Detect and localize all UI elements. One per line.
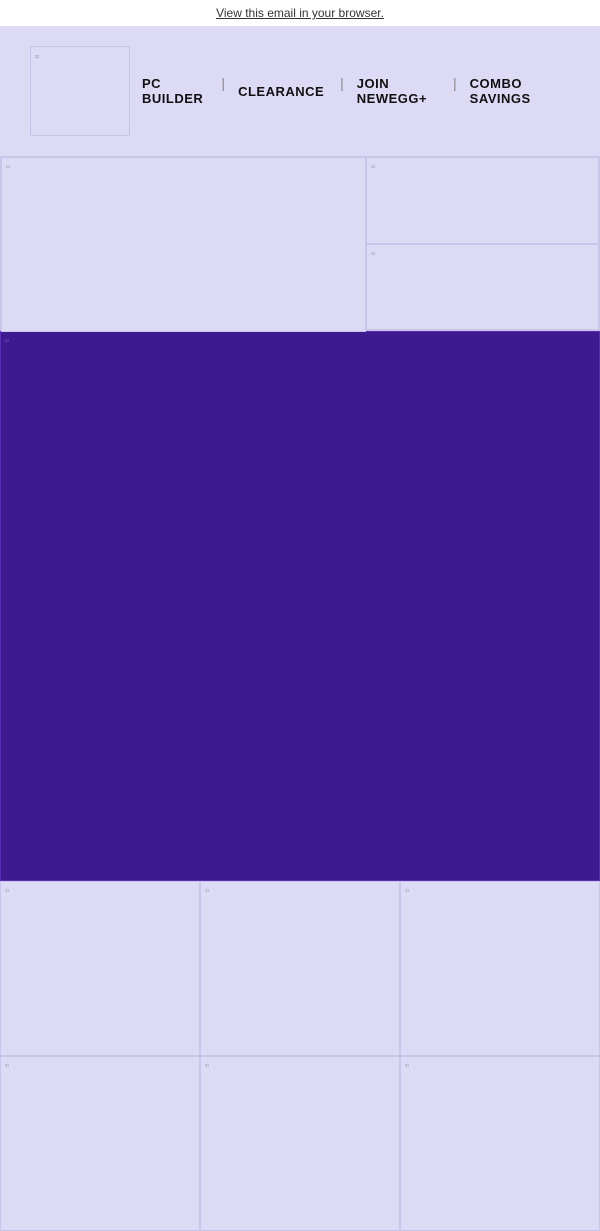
hero-image-right-top[interactable]: ▫ [366,157,599,244]
nav-separator-3: | [449,75,458,107]
product-cell-2-1[interactable]: ▫ [0,1056,200,1231]
product-row-1: ▫ ▫ ▫ [0,881,600,1056]
product-cell-1-1[interactable]: ▫ [0,881,200,1056]
broken-image-icon: ▫ [371,162,375,173]
broken-image-icon: ▫ [405,1061,409,1072]
product-cell-2-3[interactable]: ▫ [400,1056,600,1231]
hero-right-column: ▫ ▫ [366,157,599,330]
view-in-browser-link[interactable]: View this email in your browser. [216,6,384,20]
product-row-2: ▫ ▫ ▫ [0,1056,600,1231]
broken-image-icon: ▫ [35,51,39,63]
product-cell-1-3[interactable]: ▫ [400,881,600,1056]
broken-image-icon: ▫ [371,249,375,260]
logo-area: ▫ [30,46,130,136]
broken-image-icon: ▫ [405,886,409,897]
hero-grid: ▫ ▫ ▫ [0,156,600,331]
broken-image-icon: ▫ [5,1061,9,1072]
hero-image-right-bottom[interactable]: ▫ [366,244,599,330]
nav-item-combo-savings[interactable]: COMBO SAVINGS [458,76,570,106]
product-cell-1-2[interactable]: ▫ [200,881,400,1056]
broken-image-icon: ▫ [205,1061,209,1072]
hero-image-left[interactable]: ▫ [1,157,366,332]
nav-item-clearance[interactable]: CLEARANCE [226,84,336,99]
broken-image-icon: ▫ [6,162,10,173]
header: ▫ PC BUILDER | CLEARANCE | JOIN NEWEGG+ … [0,26,600,156]
nav-separator-1: | [217,75,226,107]
logo-image: ▫ [31,47,129,135]
product-cell-2-2[interactable]: ▫ [200,1056,400,1231]
nav-separator-2: | [336,75,345,107]
nav-item-pc-builder[interactable]: PC BUILDER [130,76,218,106]
purple-banner[interactable]: ▫ [0,331,600,881]
top-bar: View this email in your browser. [0,0,600,26]
broken-image-icon: ▫ [5,886,9,897]
broken-image-icon: ▫ [205,886,209,897]
nav-item-join-newegg[interactable]: JOIN NEWEGG+ [345,76,449,106]
broken-image-icon: ▫ [5,336,9,347]
nav-menu: PC BUILDER | CLEARANCE | JOIN NEWEGG+ | … [130,75,570,107]
